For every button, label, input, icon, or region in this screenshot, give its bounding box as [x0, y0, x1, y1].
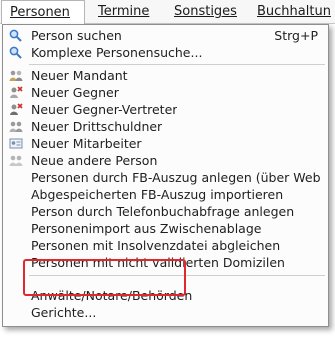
menu-buchhaltung-label: Buchhaltun — [257, 4, 331, 19]
menu-item-neuer-mandant[interactable]: Neuer Mandant — [3, 67, 328, 84]
menu-bar: Personen Termine Sonstiges Buchhaltun — [0, 0, 335, 24]
menu-personen-label: Personen — [10, 5, 70, 20]
menu-personen[interactable]: Personen — [1, 0, 85, 24]
menu-item-label: Abgespeicherten FB-Auszug importieren — [31, 187, 284, 202]
id-card-icon — [9, 137, 23, 150]
menu-item-komplexe-personensuche[interactable]: Komplexe Personensuche... — [3, 44, 328, 61]
menu-item-label: Personen durch FB-Auszug anlegen (über W… — [31, 170, 321, 185]
menu-item-neuer-mitarbeiter[interactable]: Neuer Mitarbeiter — [3, 135, 328, 152]
menu-item-personenimport[interactable]: Personenimport aus Zwischenablage — [3, 220, 328, 237]
menu-item-label: Person suchen — [31, 28, 122, 43]
highlight-annotation-box — [23, 259, 186, 296]
menu-item-neuer-drittschuldner[interactable]: Neuer Drittschuldner — [3, 118, 328, 135]
people-icon — [9, 69, 23, 82]
menu-separator — [29, 64, 325, 65]
search-icon — [9, 46, 23, 59]
people-icon — [9, 154, 23, 167]
menu-item-label: Gerichte... — [31, 305, 97, 320]
menu-item-fb-auszug-importieren[interactable]: Abgespeicherten FB-Auszug importieren — [3, 186, 328, 203]
people-icon — [9, 120, 23, 133]
menu-termine-label: Termine — [98, 4, 150, 19]
menu-item-label: Neuer Gegner-Vertreter — [31, 102, 178, 117]
menu-item-label: Personenimport aus Zwischenablage — [31, 221, 262, 236]
menu-item-label: Komplexe Personensuche... — [31, 45, 203, 60]
menu-item-label: Neue andere Person — [31, 153, 158, 168]
menu-item-label: Neuer Mandant — [31, 68, 128, 83]
menu-buchhaltung[interactable]: Buchhaltun — [249, 0, 335, 24]
people-icon — [9, 103, 23, 116]
menu-item-label: Neuer Mitarbeiter — [31, 136, 142, 151]
menu-item-label: Neuer Gegner — [31, 85, 119, 100]
menu-item-label: Personen mit Insolvenzdatei abgleichen — [31, 238, 281, 253]
search-icon — [9, 29, 23, 42]
menu-item-gerichte[interactable]: Gerichte... — [3, 304, 328, 321]
menu-item-label: Neuer Drittschuldner — [31, 119, 163, 134]
menu-item-person-suchen[interactable]: Person suchen Strg+P — [3, 27, 328, 44]
menu-item-label: Person durch Telefonbuchabfrage anlegen — [31, 204, 295, 219]
menu-item-neue-andere-person[interactable]: Neue andere Person — [3, 152, 328, 169]
menu-item-neuer-gegner-vertreter[interactable]: Neuer Gegner-Vertreter — [3, 101, 328, 118]
menu-sonstiges[interactable]: Sonstiges — [166, 0, 245, 24]
menu-item-insolvenzdatei[interactable]: Personen mit Insolvenzdatei abgleichen — [3, 237, 328, 254]
menu-sonstiges-label: Sonstiges — [174, 4, 237, 19]
menu-item-neuer-gegner[interactable]: Neuer Gegner — [3, 84, 328, 101]
menu-item-telefonbuchabfrage[interactable]: Person durch Telefonbuchabfrage anlegen — [3, 203, 328, 220]
menu-item-fb-auszug-anlegen[interactable]: Personen durch FB-Auszug anlegen (über W… — [3, 169, 328, 186]
menu-termine[interactable]: Termine — [90, 0, 157, 24]
people-icon — [9, 86, 23, 99]
shortcut-text: Strg+P — [274, 28, 318, 43]
